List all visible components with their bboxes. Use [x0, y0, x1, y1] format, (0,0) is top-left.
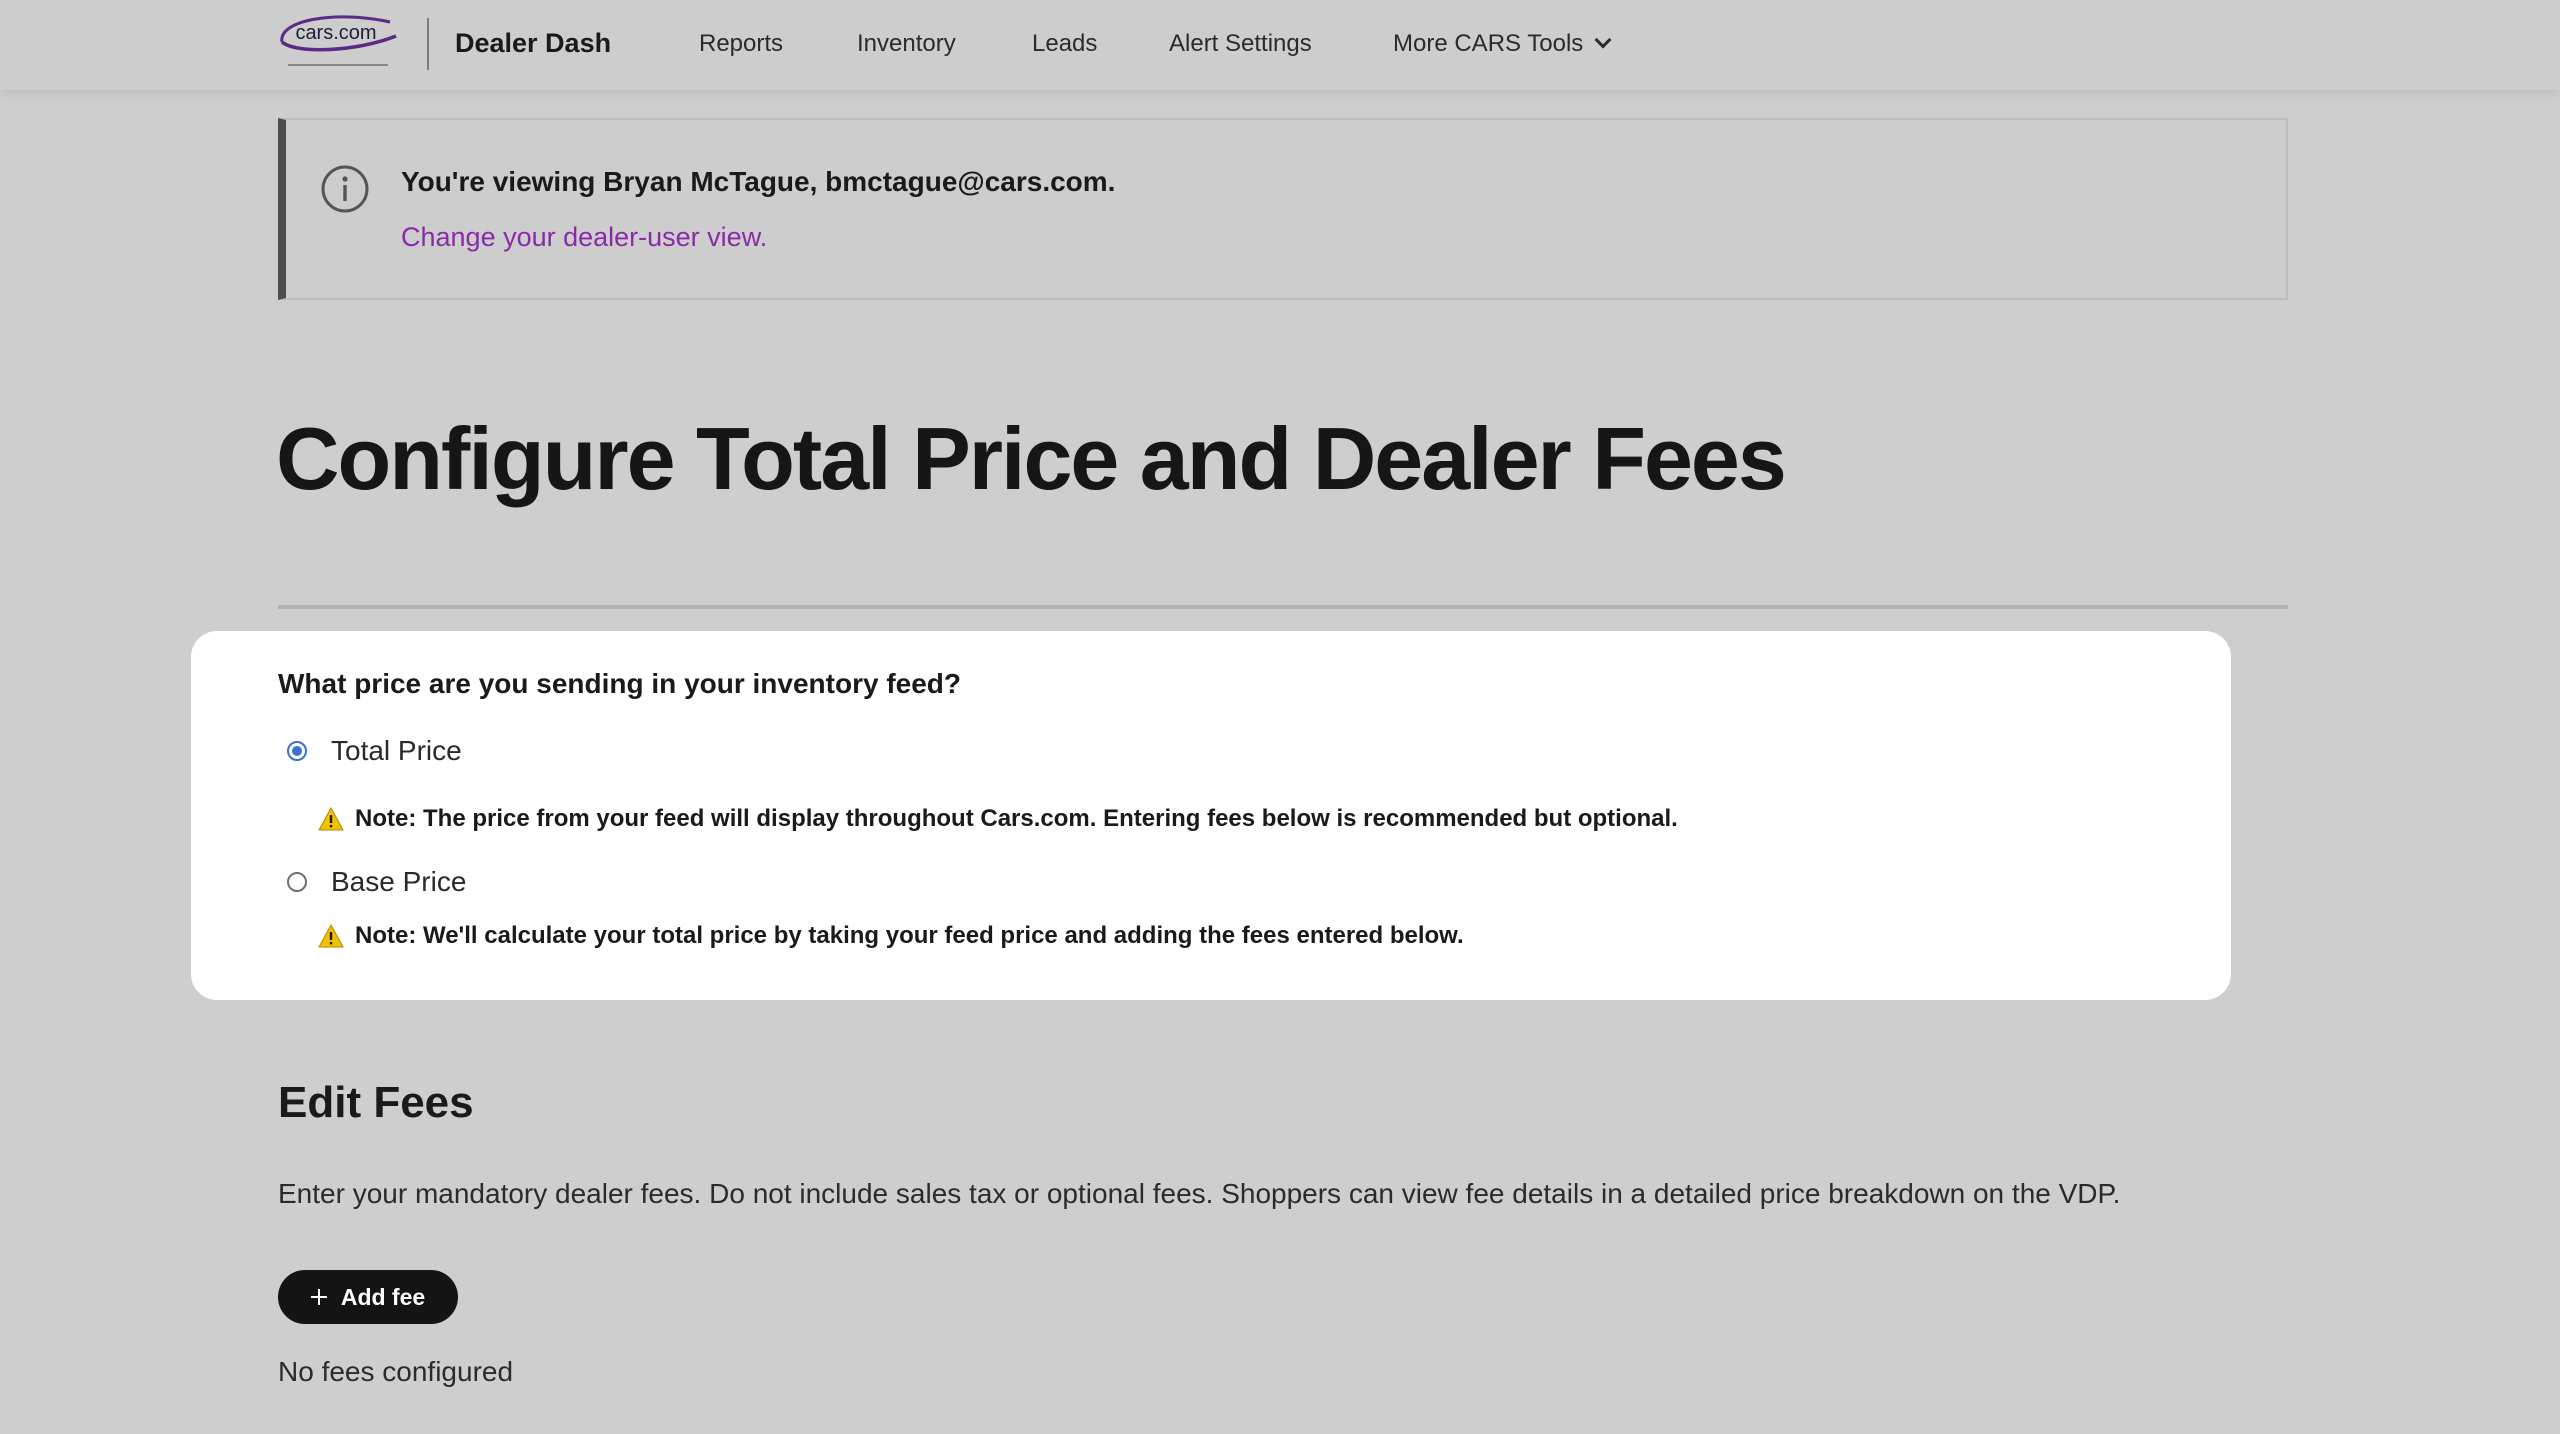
base-price-note: Note: We'll calculate your total price b…	[355, 922, 1464, 949]
nav-alert-settings[interactable]: Alert Settings	[1169, 30, 1312, 58]
total-price-label[interactable]: Total Price	[331, 735, 462, 767]
chevron-down-icon	[1594, 31, 1612, 49]
total-price-radio[interactable]	[287, 741, 307, 761]
title-divider	[278, 605, 2288, 609]
plus-icon	[310, 1289, 327, 1305]
price-type-question: What price are you sending in your inven…	[278, 668, 962, 699]
no-fees-message: No fees configured	[278, 1356, 514, 1387]
nav-more-cars-tools[interactable]: More CARS Tools	[1393, 30, 1612, 58]
edit-fees-description: Enter your mandatory dealer fees. Do not…	[278, 1178, 2121, 1209]
edit-fees-title: Edit Fees	[278, 1078, 474, 1127]
logo-divider	[427, 18, 429, 70]
add-fee-label: Add fee	[340, 1283, 426, 1310]
logo-text: cars.com	[295, 22, 376, 44]
warning-icon	[318, 923, 344, 948]
base-price-radio[interactable]	[287, 872, 307, 892]
nav-leads[interactable]: Leads	[1032, 30, 1097, 58]
total-price-note: Note: The price from your feed will disp…	[355, 805, 1678, 832]
nav-more-cars-tools-label: More CARS Tools	[1393, 30, 1584, 57]
top-navigation-bar: cars.com Dealer Dash Reports Inventory L…	[0, 0, 2560, 90]
change-dealer-user-link[interactable]: Change your dealer-user view.	[401, 222, 767, 253]
add-fee-button[interactable]: Add fee	[278, 1270, 458, 1324]
nav-inventory[interactable]: Inventory	[857, 30, 956, 58]
dealer-user-notice: You're viewing Bryan McTague, bmctague@c…	[278, 118, 2288, 300]
notice-message: You're viewing Bryan McTague, bmctague@c…	[401, 166, 1116, 197]
info-icon	[320, 164, 370, 214]
page-title: Configure Total Price and Dealer Fees	[276, 409, 1787, 508]
nav-reports[interactable]: Reports	[699, 30, 783, 58]
price-type-card: What price are you sending in your inven…	[191, 631, 2231, 1000]
warning-icon	[318, 806, 344, 831]
brand-name: Dealer Dash	[455, 28, 612, 58]
cars-com-logo-icon[interactable]: cars.com	[276, 8, 400, 74]
base-price-label[interactable]: Base Price	[331, 866, 466, 898]
